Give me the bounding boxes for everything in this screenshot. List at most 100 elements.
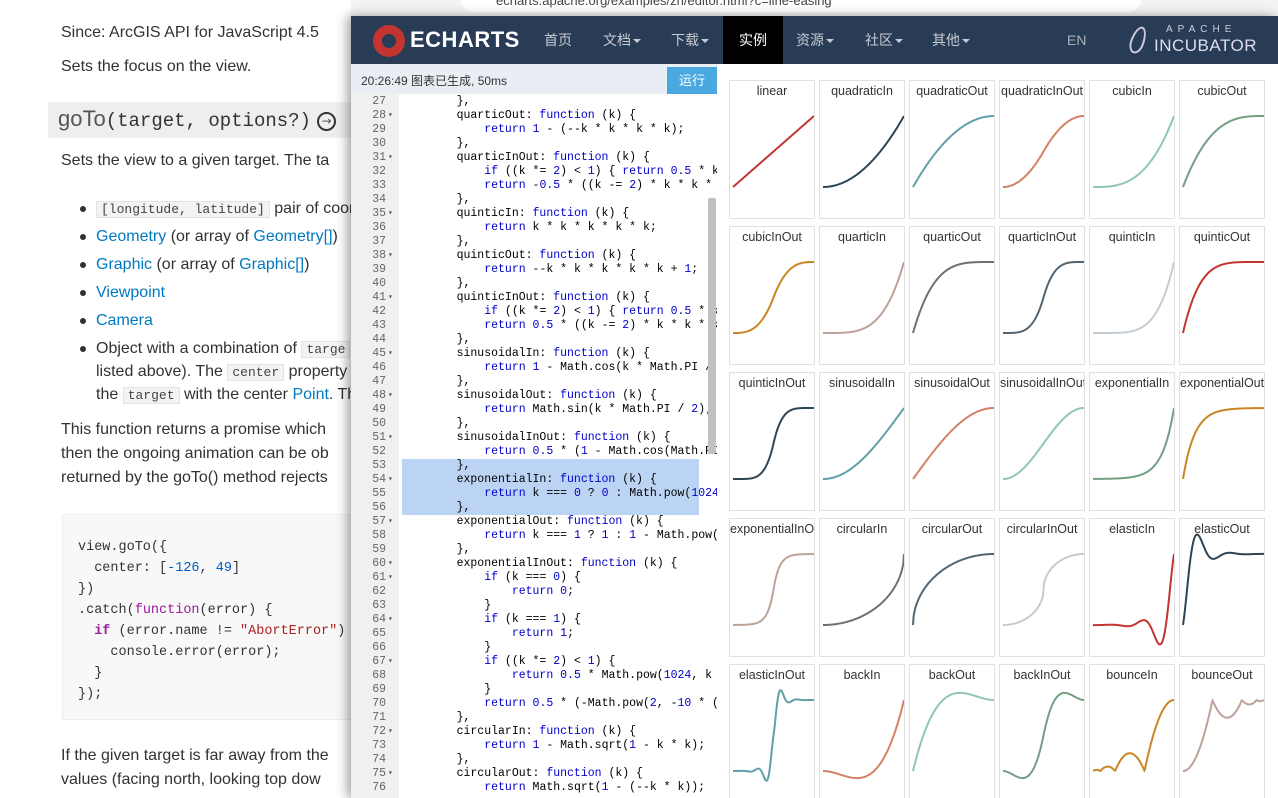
easing-chart-bounceOut[interactable]: bounceOut — [1179, 664, 1265, 798]
fold-arrow-icon[interactable]: ▾ — [388, 613, 393, 627]
code-line[interactable]: 28 ▾ quarticOut: function (k) { — [351, 109, 717, 123]
easing-chart-quinticInOut[interactable]: quinticInOut — [729, 372, 815, 511]
easing-chart-backOut[interactable]: backOut — [909, 664, 995, 798]
nav-other[interactable]: 其他 — [932, 16, 970, 64]
easing-chart-quinticIn[interactable]: quinticIn — [1089, 226, 1175, 365]
fold-arrow-icon[interactable]: ▾ — [388, 725, 393, 739]
code-line[interactable]: 65 return 1; — [351, 627, 717, 641]
code-lines[interactable]: 27 }, 28 ▾ quarticOut: function (k) {29 re… — [351, 95, 717, 795]
easing-chart-sinusoidalIn[interactable]: sinusoidalIn — [819, 372, 905, 511]
code-line[interactable]: 68 return 0.5 * Math.pow(1024, k - 1 — [351, 669, 717, 683]
code-line[interactable]: 72 ▾ circularIn: function (k) { — [351, 725, 717, 739]
code-line[interactable]: 42 if ((k *= 2) < 1) { return 0.5 * k * — [351, 305, 717, 319]
nav-examples[interactable]: 实例 — [723, 16, 783, 64]
easing-chart-backInOut[interactable]: backInOut — [999, 664, 1085, 798]
fold-arrow-icon[interactable]: ▾ — [388, 291, 393, 305]
nav-docs[interactable]: 文档 — [603, 16, 641, 64]
easing-chart-quadraticIn[interactable]: quadraticIn — [819, 80, 905, 219]
code-line[interactable]: 67 ▾ if ((k *= 2) < 1) { — [351, 655, 717, 669]
code-line[interactable]: 71 }, — [351, 711, 717, 725]
code-line[interactable]: 73 return 1 - Math.sqrt(1 - k * k); — [351, 739, 717, 753]
nav-home[interactable]: 首页 — [544, 16, 572, 64]
fold-arrow-icon[interactable]: ▾ — [388, 389, 393, 403]
easing-chart-circularInOut[interactable]: circularInOut — [999, 518, 1085, 657]
address-text[interactable]: echarts.apache.org/examples/zh/editor.ht… — [496, 0, 832, 8]
easing-chart-backIn[interactable]: backIn — [819, 664, 905, 798]
code-line[interactable]: 36 return k * k * k * k * k; — [351, 221, 717, 235]
easing-chart-elasticIn[interactable]: elasticIn — [1089, 518, 1175, 657]
nav-community[interactable]: 社区 — [865, 16, 903, 64]
code-line[interactable]: 44 }, — [351, 333, 717, 347]
code-line[interactable]: 29 return 1 - (--k * k * k * k); — [351, 123, 717, 137]
language-switch[interactable]: EN — [1067, 16, 1086, 64]
code-line[interactable]: 62 return 0; — [351, 585, 717, 599]
code-line[interactable]: 69 } — [351, 683, 717, 697]
easing-chart-linear[interactable]: linear — [729, 80, 815, 219]
fold-arrow-icon[interactable]: ▾ — [388, 109, 393, 123]
easing-chart-sinusoidalOut[interactable]: sinusoidalOut — [909, 372, 995, 511]
editor-scrollbar[interactable] — [708, 198, 716, 454]
easing-chart-bounceIn[interactable]: bounceIn — [1089, 664, 1175, 798]
code-line[interactable]: 30 }, — [351, 137, 717, 151]
easing-chart-circularOut[interactable]: circularOut — [909, 518, 995, 657]
code-line[interactable]: 34 }, — [351, 193, 717, 207]
code-line[interactable]: 59 }, — [351, 543, 717, 557]
code-line[interactable]: 33 return -0.5 * ((k -= 2) * k * k * k - — [351, 179, 717, 193]
fold-arrow-icon[interactable]: ▾ — [388, 655, 393, 669]
code-line[interactable]: 56 }, — [351, 501, 717, 515]
code-line[interactable]: 66 } — [351, 641, 717, 655]
code-line[interactable]: 43 return 0.5 * ((k -= 2) * k * k * k * — [351, 319, 717, 333]
code-line[interactable]: 61 ▾ if (k === 0) { — [351, 571, 717, 585]
code-line[interactable]: 38 ▾ quinticOut: function (k) { — [351, 249, 717, 263]
code-line[interactable]: 47 }, — [351, 375, 717, 389]
easing-chart-quarticOut[interactable]: quarticOut — [909, 226, 995, 365]
easing-chart-sinusoidalInOut[interactable]: sinusoidalInOut — [999, 372, 1085, 511]
fold-arrow-icon[interactable]: ▾ — [388, 515, 393, 529]
code-line[interactable]: 27 }, — [351, 95, 717, 109]
arrow-circle-icon[interactable]: → — [317, 112, 337, 131]
nav-resources[interactable]: 资源 — [796, 16, 834, 64]
easing-chart-circularIn[interactable]: circularIn — [819, 518, 905, 657]
point-link[interactable]: Point — [292, 386, 328, 403]
code-editor[interactable]: 27 }, 28 ▾ quarticOut: function (k) {29 re… — [351, 94, 717, 798]
graphic-array-link[interactable]: Graphic[] — [239, 256, 304, 273]
code-line[interactable]: 45 ▾ sinusoidalIn: function (k) { — [351, 347, 717, 361]
code-line[interactable]: 57 ▾ exponentialOut: function (k) { — [351, 515, 717, 529]
code-line[interactable]: 76 return Math.sqrt(1 - (--k * k)); — [351, 781, 717, 795]
code-line[interactable]: 52 return 0.5 * (1 - Math.cos(Math.PI * — [351, 445, 717, 459]
code-line[interactable]: 75 ▾ circularOut: function (k) { — [351, 767, 717, 781]
code-line[interactable]: 40 }, — [351, 277, 717, 291]
code-line[interactable]: 37 }, — [351, 235, 717, 249]
fold-arrow-icon[interactable]: ▾ — [388, 249, 393, 263]
run-button[interactable]: 运行 — [667, 67, 717, 94]
echarts-logo-icon[interactable] — [373, 25, 405, 57]
code-line[interactable]: 64 ▾ if (k === 1) { — [351, 613, 717, 627]
echarts-logo-text[interactable]: ECHARTS — [410, 27, 520, 53]
code-line[interactable]: 49 return Math.sin(k * Math.PI / 2); — [351, 403, 717, 417]
code-line[interactable]: 70 return 0.5 * (-Math.pow(2, -10 * (k - — [351, 697, 717, 711]
nav-download[interactable]: 下载 — [671, 16, 709, 64]
code-line[interactable]: 74 }, — [351, 753, 717, 767]
easing-chart-exponentialOut[interactable]: exponentialOut — [1179, 372, 1265, 511]
fold-arrow-icon[interactable]: ▾ — [388, 347, 393, 361]
easing-chart-exponentialInOut[interactable]: exponentialInOut — [729, 518, 815, 657]
easing-chart-cubicOut[interactable]: cubicOut — [1179, 80, 1265, 219]
code-line[interactable]: 39 return --k * k * k * k * k + 1; — [351, 263, 717, 277]
code-line[interactable]: 51 ▾ sinusoidalInOut: function (k) { — [351, 431, 717, 445]
easing-chart-elasticInOut[interactable]: elasticInOut — [729, 664, 815, 798]
fold-arrow-icon[interactable]: ▾ — [388, 571, 393, 585]
fold-arrow-icon[interactable]: ▾ — [388, 207, 393, 221]
easing-chart-quarticInOut[interactable]: quarticInOut — [999, 226, 1085, 365]
code-line[interactable]: 54 ▾ exponentialIn: function (k) { — [351, 473, 717, 487]
fold-arrow-icon[interactable]: ▾ — [388, 557, 393, 571]
code-line[interactable]: 58 return k === 1 ? 1 : 1 - Math.pow(2, — [351, 529, 717, 543]
easing-chart-quarticIn[interactable]: quarticIn — [819, 226, 905, 365]
code-line[interactable]: 48 ▾ sinusoidalOut: function (k) { — [351, 389, 717, 403]
geometry-link[interactable]: Geometry — [96, 228, 166, 245]
code-line[interactable]: 60 ▾ exponentialInOut: function (k) { — [351, 557, 717, 571]
camera-link[interactable]: Camera — [96, 312, 153, 329]
easing-chart-elasticOut[interactable]: elasticOut — [1179, 518, 1265, 657]
easing-chart-quadraticOut[interactable]: quadraticOut — [909, 80, 995, 219]
code-line[interactable]: 32 if ((k *= 2) < 1) { return 0.5 * k * — [351, 165, 717, 179]
code-line[interactable]: 31 ▾ quarticInOut: function (k) { — [351, 151, 717, 165]
